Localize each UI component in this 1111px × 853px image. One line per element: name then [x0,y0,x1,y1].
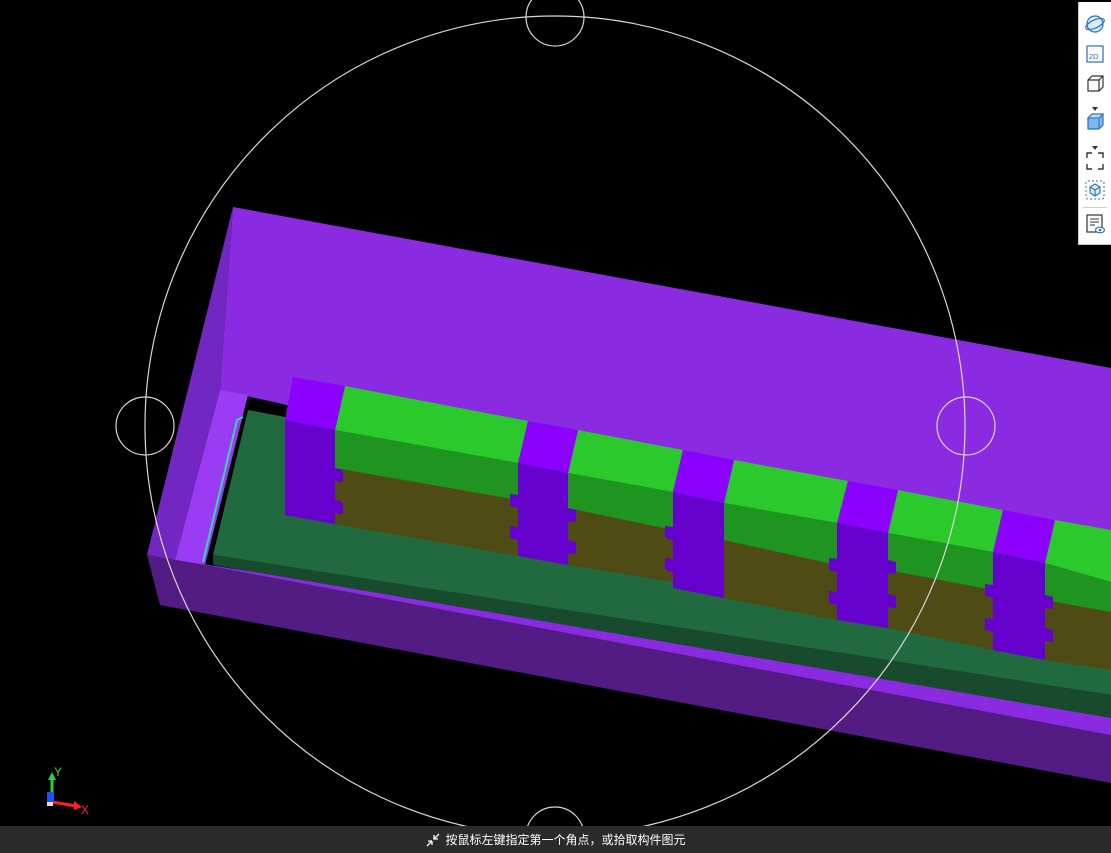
3d-cube-button[interactable] [1083,178,1107,202]
zoom-extents-button[interactable] [1083,149,1107,173]
ring-handle-bottom[interactable] [526,806,584,826]
layer-visibility-button[interactable] [1083,212,1107,236]
x-axis-arrow [51,800,77,808]
layer-visibility-icon [1086,214,1106,234]
toolbar-divider [1083,207,1107,208]
x-axis-label: X [81,803,89,817]
ring-handle-top[interactable] [525,0,585,47]
3d-cube-icon [1085,180,1105,200]
zoom-extents-icon [1086,152,1104,170]
shaded-view-button[interactable] [1083,110,1107,134]
orbit-icon [1085,15,1105,33]
shaded-view-dropdown[interactable] [1088,137,1102,150]
status-message: 按鼠标左键指定第一个角点，或拾取构件图元 [445,833,686,847]
2d-view-button[interactable]: 2D [1083,42,1107,66]
orbit-button[interactable] [1083,12,1107,36]
view-toolbar: 2D [1078,2,1111,245]
2d-view-icon: 2D [1086,45,1104,63]
z-axis-marker [47,792,54,802]
3d-viewport[interactable] [0,0,1111,826]
green-block-5[interactable] [1045,520,1111,612]
axis-indicator: Y X [47,765,89,817]
box-view-icon [1087,75,1104,92]
shrink-arrows-icon [427,833,440,846]
status-bar: 按鼠标左键指定第一个角点，或拾取构件图元 [0,826,1111,853]
shaded-box-icon [1086,113,1105,130]
box-view-dropdown[interactable] [1088,98,1102,111]
svg-text:2D: 2D [1089,52,1099,61]
box-view-button[interactable] [1083,72,1107,96]
y-axis-label: Y [54,765,62,779]
